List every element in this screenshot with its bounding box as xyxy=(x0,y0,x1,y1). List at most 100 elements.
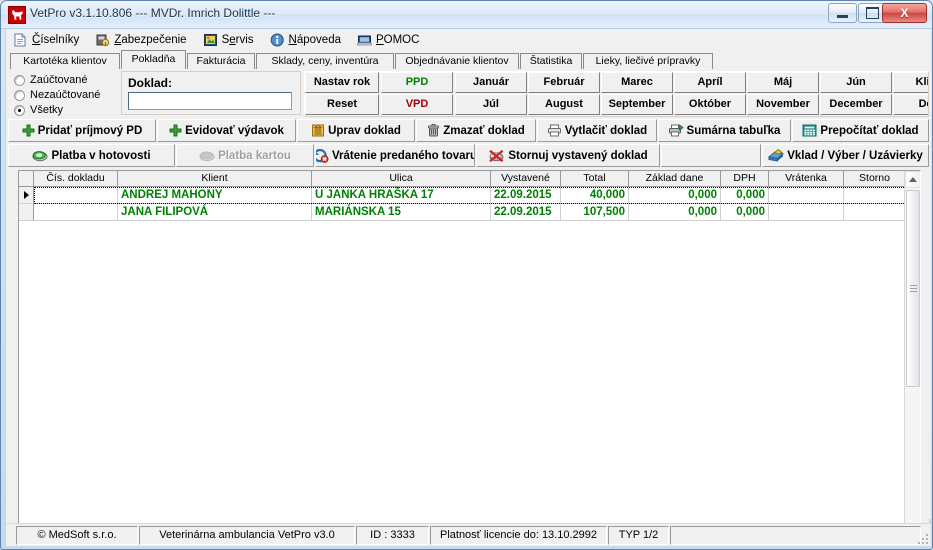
header-zaklad-dane[interactable]: Základ dane xyxy=(629,171,721,187)
header-klient[interactable]: Klient xyxy=(118,171,312,187)
lock-icon xyxy=(96,34,110,46)
button-mesiac-oktober[interactable]: Október xyxy=(674,94,746,115)
button-mesiac-marec[interactable]: Marec xyxy=(601,72,673,93)
documents-table[interactable]: Čís. dokladu Klient Ulica Vystavené Tota… xyxy=(18,170,921,542)
radio-vsetky[interactable]: Všetky xyxy=(14,103,118,117)
cell-dph: 0,000 xyxy=(721,187,769,204)
button-ppd[interactable]: PPD xyxy=(381,72,453,93)
doklad-group: Doklad: xyxy=(121,71,301,115)
application-window: VetPro v3.1.10.806 --- MVDr. Imrich Doli… xyxy=(0,0,933,550)
table-row[interactable]: ANDREJ MAHONY U JANKA HRAŠKA 17 22.09.20… xyxy=(19,187,906,204)
toolbar-payments: Platba v hotovosti Platba kartou Vráteni… xyxy=(8,144,929,168)
minimize-button[interactable] xyxy=(828,3,857,23)
button-mesiac-september[interactable]: September xyxy=(601,94,673,115)
tab-kartoteka-klientov[interactable]: Kartotéka klientov xyxy=(10,53,120,69)
status-empty xyxy=(670,526,921,545)
button-platba-v-hotovosti[interactable]: Platba v hotovosti xyxy=(8,144,175,167)
button-label: Evidovať výdavok xyxy=(185,124,284,137)
status-license: Platnosť licencie do: 13.10.2992 xyxy=(430,526,607,545)
calculator-icon xyxy=(802,124,817,137)
button-vpd[interactable]: VPD xyxy=(381,94,453,115)
button-mesiac-februar[interactable]: Február xyxy=(528,72,600,93)
row-indicator xyxy=(19,204,34,221)
plus-icon xyxy=(22,124,35,137)
tab-strip: Kartotéka klientov Pokladňa Fakturácia S… xyxy=(6,50,931,69)
table-row[interactable]: JANA FILIPOVÁ MARIÁNSKA 15 22.09.2015 10… xyxy=(19,204,906,221)
header-vystavene[interactable]: Vystavené xyxy=(491,171,561,187)
button-den[interactable]: Deň xyxy=(893,94,928,115)
button-label: Sumárna tabuľka xyxy=(686,124,781,137)
cell-zaklad-dane: 0,000 xyxy=(629,187,721,204)
minimize-icon xyxy=(837,14,848,18)
scrollbar-thumb[interactable] xyxy=(906,190,920,387)
button-prepocitat-doklad[interactable]: Prepočítať doklad xyxy=(792,119,929,142)
button-label: Vytlačiť doklad xyxy=(564,124,648,137)
button-vytlacit-doklad[interactable]: Vytlačiť doklad xyxy=(537,119,657,142)
button-klient[interactable]: Klien xyxy=(893,72,928,93)
button-mesiac-maj[interactable]: Máj xyxy=(747,72,819,93)
header-dph[interactable]: DPH xyxy=(721,171,769,187)
menu-item-zabezpecenie[interactable]: Zabezpečenie xyxy=(90,31,195,49)
button-mesiac-jun[interactable]: Jún xyxy=(820,72,892,93)
header-storno[interactable]: Storno xyxy=(844,171,906,187)
button-label: Vklad / Výber / Uzávierky xyxy=(787,149,923,162)
tab-lieky-liecive-pripravky[interactable]: Lieky, liečivé prípravky xyxy=(583,53,713,69)
header-vratenka[interactable]: Vrátenka xyxy=(769,171,844,187)
button-reset[interactable]: Reset xyxy=(305,94,379,115)
button-uprav-doklad[interactable]: Uprav doklad xyxy=(297,119,415,142)
money-icon xyxy=(768,149,785,162)
button-stornuj-vystaveny-doklad[interactable]: Stornuj vystavený doklad xyxy=(476,144,660,167)
button-mesiac-december[interactable]: December xyxy=(820,94,892,115)
button-mesiac-august[interactable]: August xyxy=(528,94,600,115)
header-indicator xyxy=(19,171,34,187)
menu-item-pomoc[interactable]: POMOC xyxy=(352,31,428,49)
button-nastav-rok[interactable]: Nastav rok xyxy=(305,72,379,93)
radio-nezauctovane[interactable]: Nezaúčtované xyxy=(14,88,118,102)
filter-panel: Zaúčtované Nezaúčtované Všetky Doklad: N… xyxy=(8,71,929,117)
scroll-up-button[interactable] xyxy=(905,171,920,188)
radio-label: Zaúčtované xyxy=(30,74,88,86)
button-mesiac-april[interactable]: Apríl xyxy=(674,72,746,93)
button-vklad-vyber-uzavierky[interactable]: Vklad / Výber / Uzávierky xyxy=(762,144,929,167)
button-label: Uprav doklad xyxy=(328,124,401,137)
header-total[interactable]: Total xyxy=(561,171,629,187)
button-pridat-prijmovy-pd[interactable]: Pridať príjmový PD xyxy=(8,119,156,142)
button-vratenie-predaneho-tovaru[interactable]: Vrátenie predaného tovaru xyxy=(315,144,475,167)
cell-cis-dokladu xyxy=(34,204,118,221)
button-mesiac-november[interactable]: November xyxy=(747,94,819,115)
edit-doc-icon xyxy=(312,124,325,137)
doklad-label: Doklad: xyxy=(128,76,173,90)
table-vertical-scrollbar[interactable] xyxy=(904,171,920,541)
tab-pokladna[interactable]: Pokladňa xyxy=(121,50,186,69)
cash-icon xyxy=(32,151,48,162)
tab-objednavanie-klientov[interactable]: Objednávanie klientov xyxy=(395,53,519,69)
status-product: Veterinárna ambulancia VetPro v3.0 xyxy=(139,526,355,545)
close-button[interactable]: X xyxy=(882,3,927,23)
button-evidovat-vydavok[interactable]: Evidovať výdavok xyxy=(157,119,296,142)
header-cis-dokladu[interactable]: Čís. dokladu xyxy=(34,171,118,187)
button-sumarna-tabulka[interactable]: Sumárna tabuľka xyxy=(658,119,791,142)
menu-label: Nápoveda xyxy=(288,33,341,46)
table-header-row: Čís. dokladu Klient Ulica Vystavené Tota… xyxy=(19,171,906,187)
button-platba-kartou[interactable]: Platba kartou xyxy=(176,144,314,167)
tab-fakturacia[interactable]: Fakturácia xyxy=(187,53,255,69)
button-label: Prepočítať doklad xyxy=(820,124,919,137)
menu-item-ciselniky[interactable]: Číselníky xyxy=(8,31,88,49)
dog-icon xyxy=(8,6,26,24)
button-mesiac-jul[interactable]: Júl xyxy=(455,94,527,115)
tab-statistika[interactable]: Štatistika xyxy=(520,53,582,69)
radio-dot xyxy=(14,89,25,101)
button-zmazat-doklad[interactable]: Zmazať doklad xyxy=(416,119,536,142)
current-row-arrow-icon xyxy=(24,191,29,199)
menu-item-servis[interactable]: Servis xyxy=(198,31,263,49)
trash-icon xyxy=(428,124,440,137)
card-icon xyxy=(199,151,215,162)
menu-item-napoveda[interactable]: Nápoveda xyxy=(265,31,350,49)
doklad-input[interactable] xyxy=(128,92,292,110)
resize-grip[interactable] xyxy=(916,532,928,544)
radio-zauctovane[interactable]: Zaúčtované xyxy=(14,73,118,87)
monitor-icon xyxy=(356,35,372,45)
button-mesiac-januar[interactable]: Január xyxy=(455,72,527,93)
header-ulica[interactable]: Ulica xyxy=(312,171,491,187)
tab-sklady-ceny-inventura[interactable]: Sklady, ceny, inventúra xyxy=(256,53,394,69)
